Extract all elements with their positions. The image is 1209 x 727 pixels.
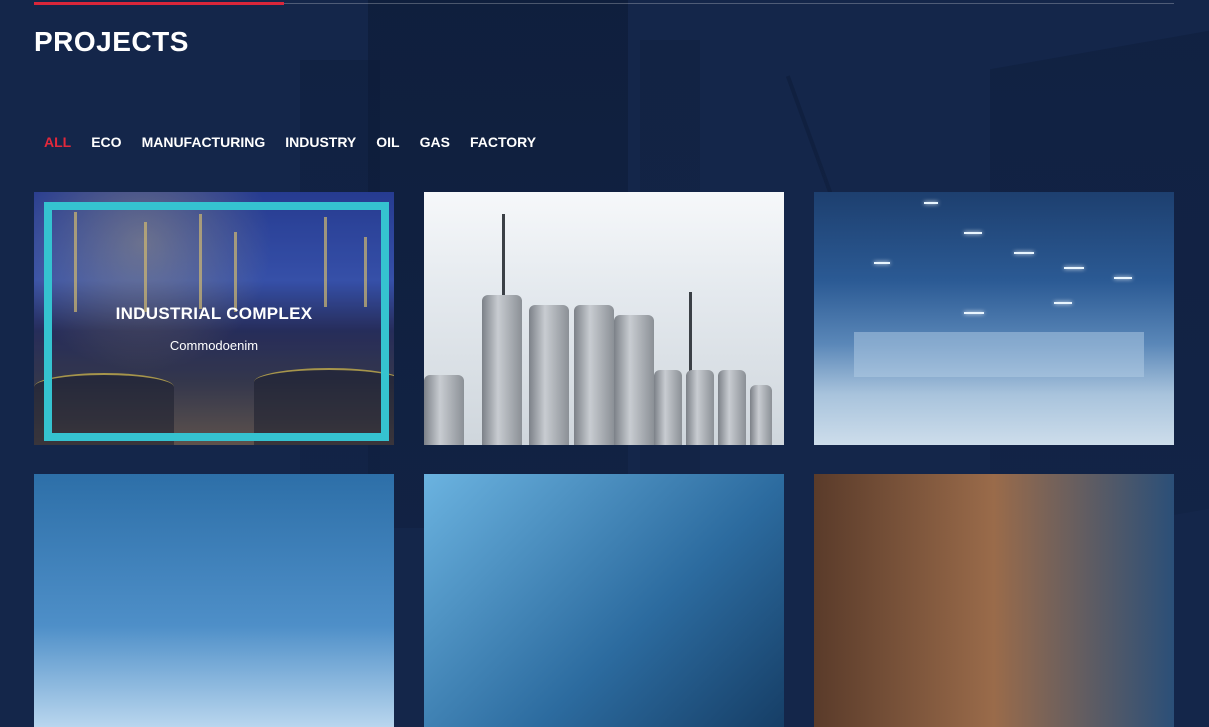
factory-hall-image bbox=[34, 474, 394, 727]
project-filter-bar: ALL ECO MANUFACTURING INDUSTRY OIL GAS F… bbox=[44, 134, 556, 150]
project-card-factory-hall[interactable] bbox=[34, 474, 394, 727]
section-title: PROJECTS bbox=[34, 26, 189, 57]
project-card-warehouse[interactable] bbox=[814, 192, 1174, 445]
project-card-silos[interactable] bbox=[424, 192, 784, 445]
filter-gas[interactable]: GAS bbox=[420, 134, 450, 150]
project-subtitle: Commodoenim bbox=[169, 338, 259, 353]
project-title: INDUSTRIAL COMPLEX bbox=[115, 304, 313, 323]
filter-all[interactable]: ALL bbox=[44, 134, 71, 150]
filter-oil[interactable]: OIL bbox=[376, 134, 399, 150]
project-card-industrial-complex[interactable]: INDUSTRIAL COMPLEX Commodoenim bbox=[34, 192, 394, 445]
filter-factory[interactable]: FACTORY bbox=[470, 134, 536, 150]
project-card-machinery[interactable] bbox=[814, 474, 1174, 727]
silos-image bbox=[424, 192, 784, 445]
warehouse-image bbox=[814, 192, 1174, 445]
filter-eco[interactable]: ECO bbox=[91, 134, 121, 150]
project-card-glass-roof[interactable] bbox=[424, 474, 784, 727]
section-divider-accent bbox=[34, 2, 284, 5]
filter-manufacturing[interactable]: MANUFACTURING bbox=[142, 134, 266, 150]
glass-roof-image bbox=[424, 474, 784, 727]
machinery-image bbox=[814, 474, 1174, 727]
filter-industry[interactable]: INDUSTRY bbox=[285, 134, 356, 150]
